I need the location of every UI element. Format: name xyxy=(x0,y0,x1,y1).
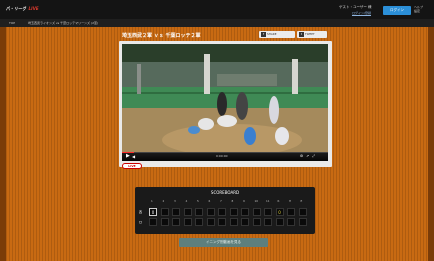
settings-link[interactable]: 設定 xyxy=(414,9,423,13)
stage-edge-left xyxy=(0,27,6,261)
logo-prefix: パ・リーグ xyxy=(6,6,27,11)
user-name: ゲスト・ユーザー 様 xyxy=(339,5,372,9)
logo-brand: LIVE xyxy=(28,6,39,11)
scoreboard-cell[interactable] xyxy=(229,208,238,216)
scoreboard-column-header: 5 xyxy=(197,199,199,203)
scoreboard-cell[interactable] xyxy=(206,218,215,226)
scoreboard-column-header: 7 xyxy=(220,199,222,203)
header-extra-links[interactable]: ヘルプ 設定 xyxy=(414,5,423,13)
breadcrumb-home[interactable]: TOP xyxy=(9,19,15,27)
scoreboard-cell[interactable] xyxy=(298,208,307,216)
scoreboard-cell[interactable] xyxy=(183,218,192,226)
video-scene-image xyxy=(122,44,328,161)
scoreboard-column-header: 3 xyxy=(174,199,176,203)
live-badge: LIVE xyxy=(122,163,142,169)
scoreboard-cell[interactable] xyxy=(264,218,272,226)
scoreboard-cell[interactable] xyxy=(160,218,169,226)
scoreboard-cell[interactable] xyxy=(264,208,272,216)
scoreboard-cell[interactable] xyxy=(195,218,203,226)
scoreboard-cell[interactable] xyxy=(195,208,203,216)
volume-icon[interactable]: ◀ xyxy=(132,153,135,160)
login-button[interactable]: ログイン xyxy=(383,6,411,15)
scoreboard-cell[interactable] xyxy=(183,208,192,216)
player-right-controls[interactable]: ⚙↗⤢ xyxy=(300,152,318,161)
stage-edge-right xyxy=(428,27,434,261)
scoreboard: SCOREBOARD 1 2 3 4 5 6 7 8 9 10 11 R H E 西 0 0 ロ xyxy=(135,187,315,234)
scoreboard-cell[interactable]: 0 xyxy=(275,208,284,216)
top-bar: パ・リーグ LIVE ゲスト・ユーザー 様 ログイン/登録 ログイン ヘルプ 設定 xyxy=(0,0,434,19)
account-link[interactable]: ログイン/登録 xyxy=(352,11,371,15)
scoreboard-title: SCOREBOARD xyxy=(210,190,240,195)
scoreboard-column-header: 2 xyxy=(162,199,165,203)
video-time: 0:00:00 xyxy=(216,154,228,158)
scoreboard-cell[interactable] xyxy=(298,218,307,226)
scoreboard-cell[interactable]: 0 xyxy=(149,208,157,216)
scoreboard-cell[interactable] xyxy=(206,208,215,216)
scoreboard-cell[interactable] xyxy=(172,208,180,216)
scoreboard-cell[interactable] xyxy=(252,218,261,226)
share-button[interactable]: f SHARE xyxy=(259,31,295,38)
tweet-icon: t xyxy=(299,31,304,37)
scoreboard-column-header: 8 xyxy=(231,199,234,203)
scoreboard-column-header: 10 xyxy=(254,199,259,203)
video-controls: ▶ ◀ 0:00:00 ⚙↗⤢ xyxy=(122,152,328,161)
scoreboard-column-header: 11 xyxy=(266,199,270,203)
share-icon: f xyxy=(261,31,266,37)
scoreboard-cell[interactable] xyxy=(229,218,238,226)
scoreboard-cell[interactable] xyxy=(172,218,180,226)
play-icon[interactable]: ▶ xyxy=(126,153,130,160)
scoreboard-cell[interactable] xyxy=(218,208,226,216)
scoreboard-cell[interactable] xyxy=(218,218,226,226)
scoreboard-cell[interactable] xyxy=(287,218,295,226)
scoreboard-column-header: E xyxy=(300,199,303,203)
scoreboard-column-header: H xyxy=(289,199,292,203)
inning-video-button[interactable]: イニング別動画を見る xyxy=(179,238,268,247)
breadcrumb-current: 埼玉西武ライオンズ vs 千葉ロッテマリーンズ (2軍) xyxy=(28,21,99,25)
scoreboard-column-header: 4 xyxy=(185,199,188,203)
scoreboard-cell[interactable] xyxy=(149,218,157,226)
fullscreen-icon[interactable]: ⤢ xyxy=(312,154,318,158)
scoreboard-column-header: 9 xyxy=(243,199,245,203)
breadcrumb: TOP 埼玉西武ライオンズ vs 千葉ロッテマリーンズ (2軍) xyxy=(0,19,434,27)
scoreboard-cell[interactable] xyxy=(241,218,249,226)
scoreboard-team-label: 西 xyxy=(139,210,143,214)
video-player[interactable] xyxy=(122,44,328,161)
site-logo[interactable]: パ・リーグ LIVE xyxy=(6,6,39,12)
scoreboard-team-label: ロ xyxy=(139,220,143,224)
scoreboard-cell[interactable] xyxy=(241,208,249,216)
scoreboard-cell[interactable] xyxy=(287,208,295,216)
video-title: 埼玉西武２軍 ｖｓ 千葉ロッテ２軍 xyxy=(122,33,201,39)
scoreboard-cell[interactable] xyxy=(252,208,261,216)
scoreboard-cell[interactable] xyxy=(160,208,169,216)
tweet-button[interactable]: t TWEET xyxy=(297,31,327,38)
share-label: SHARE xyxy=(267,32,277,36)
scoreboard-column-header: 6 xyxy=(208,199,211,203)
tweet-label: TWEET xyxy=(305,32,315,36)
scoreboard-column-header: R xyxy=(277,199,280,203)
scoreboard-cell[interactable] xyxy=(275,218,284,226)
scoreboard-column-header: 1 xyxy=(151,199,153,203)
